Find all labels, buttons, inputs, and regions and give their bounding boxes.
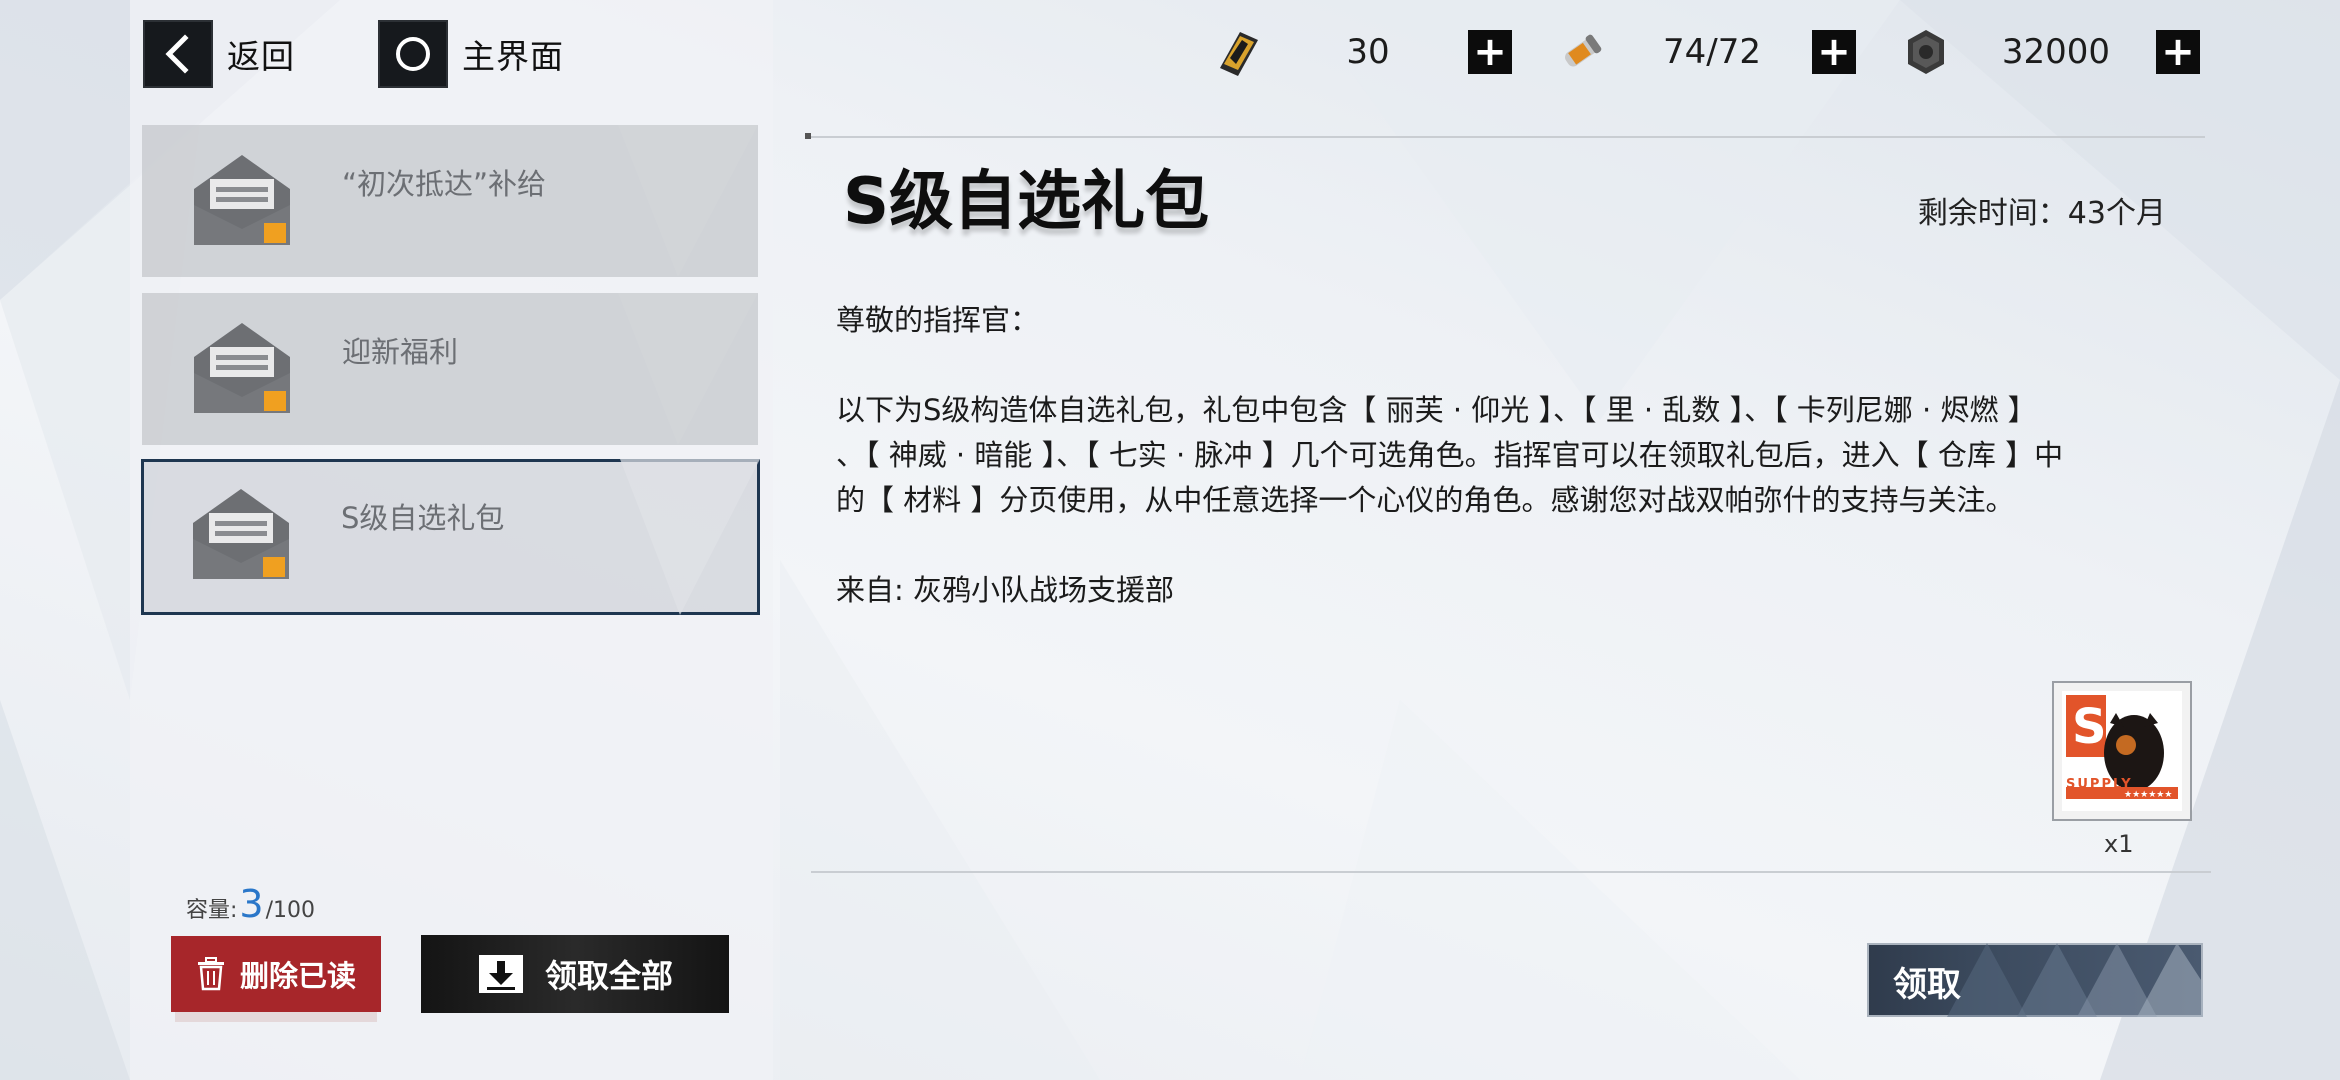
mail-title: 迎新福利 <box>342 335 459 369</box>
mail-title: S级自选礼包 <box>341 501 505 535</box>
resource-blackcard: 30 + <box>1208 22 1512 82</box>
item-shade <box>618 293 758 445</box>
add-cog-coin-button[interactable]: + <box>2156 30 2200 74</box>
claim-all-label: 领取全部 <box>544 957 673 995</box>
back-label: 返回 <box>227 37 295 76</box>
delete-read-label: 删除已读 <box>239 959 356 993</box>
mail-greeting: 尊敬的指挥官： <box>836 303 1040 337</box>
home-circle-icon <box>378 20 448 88</box>
serum-count: 74/72 <box>1663 32 1761 72</box>
home-button[interactable]: 主界面 <box>378 20 564 88</box>
resource-serum: 74/72 + <box>1552 22 1856 82</box>
detail-divider-top <box>805 133 2205 139</box>
trash-icon <box>197 957 224 991</box>
svg-text:S: S <box>2072 699 2107 755</box>
delete-read-button[interactable]: 删除已读 <box>171 936 381 1012</box>
envelope-icon <box>194 155 290 245</box>
capacity-max: /100 <box>265 898 316 923</box>
add-serum-button[interactable]: + <box>1812 30 1856 74</box>
blackcard-icon <box>1208 22 1268 82</box>
claim-button[interactable]: 领取 <box>1867 943 2203 1017</box>
home-label: 主界面 <box>462 37 564 76</box>
mail-body-line: 、【 神威 · 暗能 】、【 七实 · 脉冲 】几个可选角色。指挥官可以在领取礼… <box>836 438 2064 472</box>
cog-coin-count: 32000 <box>2001 32 2111 72</box>
remaining-time: 剩余时间：43个月 <box>1917 196 2166 231</box>
mail-title: “初次抵达”补给 <box>342 167 547 201</box>
mail-body-line: 以下为S级构造体自选礼包，礼包中包含【 丽芙 · 仰光 】、【 里 · 乱数 】… <box>836 393 2037 427</box>
download-icon <box>478 955 523 993</box>
detail-divider-bottom <box>811 871 2211 873</box>
reward-item[interactable]: S ★★★★★★ SUPPLY <box>2052 681 2192 821</box>
claim-label: 领取 <box>1893 965 1961 1005</box>
capacity-current: 3 <box>239 882 264 926</box>
s-rank-supply-icon: S ★★★★★★ <box>2062 691 2182 811</box>
envelope-icon <box>193 489 289 579</box>
cog-coin-icon <box>1896 22 1956 82</box>
claim-all-button[interactable]: 领取全部 <box>421 935 729 1013</box>
capacity-label: 容量: <box>186 898 238 923</box>
add-blackcard-button[interactable]: + <box>1468 30 1512 74</box>
mail-sender: 来自: 灰鸦小队战场支援部 <box>836 573 1174 607</box>
back-button[interactable]: 返回 <box>143 20 295 88</box>
item-shade <box>618 125 758 277</box>
resource-cog-coin: 32000 + <box>1896 22 2200 82</box>
item-shade <box>620 459 760 615</box>
mail-item-welcome-benefits[interactable]: 迎新福利 <box>142 293 758 445</box>
blackcard-count: 30 <box>1346 32 1390 72</box>
mail-item-s-rank-pack[interactable]: S级自选礼包 <box>141 459 760 615</box>
reward-count: x1 <box>2104 830 2134 858</box>
mail-capacity: 容量: 3 /100 <box>186 882 315 926</box>
mail-detail-title: S级自选礼包 <box>843 165 1210 239</box>
mail-body-line: 的【 材料 】分页使用，从中任意选择一个心仪的角色。感谢您对战双帕弥什的支持与关… <box>836 483 2015 517</box>
envelope-icon <box>194 323 290 413</box>
mail-body: 尊敬的指挥官： 以下为S级构造体自选礼包，礼包中包含【 丽芙 · 仰光 】、【 … <box>836 298 2176 613</box>
serum-icon <box>1552 22 1612 82</box>
back-arrow-icon <box>143 20 213 88</box>
reward-badge-text: SUPPLY <box>2066 777 2133 792</box>
mail-item-first-arrival[interactable]: “初次抵达”补给 <box>142 125 758 277</box>
